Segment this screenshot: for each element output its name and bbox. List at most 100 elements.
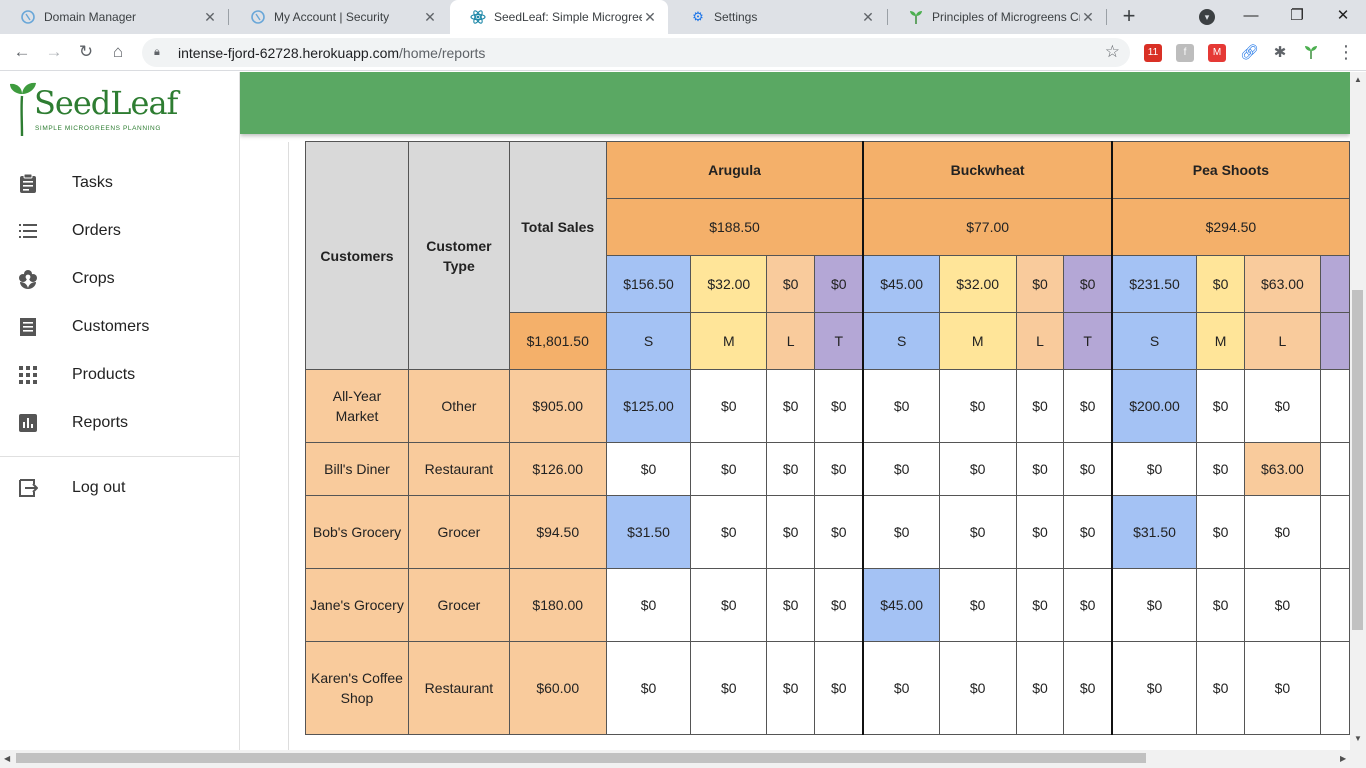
extension-icon[interactable]: f	[1176, 44, 1194, 62]
size-total-cell: $231.50	[1110, 255, 1198, 313]
sprout-extension-icon[interactable]	[1302, 44, 1320, 62]
hash-icon	[20, 9, 36, 25]
calendar-extension-icon[interactable]: 11	[1144, 44, 1162, 62]
value-cell: $0	[1196, 568, 1246, 642]
size-total-cell: $0	[766, 255, 816, 313]
calendar-badge: 11	[1147, 47, 1159, 58]
horizontal-scroll-thumb[interactable]	[16, 753, 1146, 763]
crop-total-buckwheat: $77.00	[862, 198, 1113, 256]
tab-search-icon[interactable]: ▾	[1199, 9, 1215, 25]
logo-text: SeedLeaf	[34, 84, 178, 122]
scroll-right-icon[interactable]: ▶	[1340, 754, 1346, 763]
logout-button[interactable]: Log out	[0, 464, 239, 512]
table-row: Jane's Grocery Grocer $180.00 $0 $0 $0 $0 $45.0…	[305, 568, 1350, 642]
close-icon[interactable]: ✕	[642, 9, 658, 26]
value-cell: $0	[766, 641, 816, 735]
value-cell: $0	[605, 442, 692, 496]
scroll-up-icon[interactable]: ▲	[1354, 75, 1362, 84]
value-cell: $0	[1015, 641, 1065, 735]
table-row: All-Year Market Other $905.00 $125.00 $0 $0 $0…	[305, 369, 1350, 443]
customer-name-cell: Karen's Coffee Shop	[305, 641, 409, 735]
value-cell: $0	[1063, 442, 1113, 496]
tab-title: Principles of Microgreens Cro	[932, 10, 1080, 24]
size-total-cell: $63.00	[1244, 255, 1321, 313]
scroll-down-icon[interactable]: ▼	[1354, 734, 1362, 743]
customer-type-cell: Grocer	[407, 495, 510, 569]
close-icon[interactable]: ✕	[422, 9, 438, 26]
sidebar-item-crops[interactable]: Crops	[0, 255, 239, 303]
kebab-menu-icon[interactable]: ⋮	[1334, 40, 1358, 64]
tab-title: SeedLeaf: Simple Microgreen	[494, 10, 642, 24]
minimize-button[interactable]: —	[1228, 0, 1274, 34]
sidebar-item-reports[interactable]: Reports	[0, 399, 239, 447]
size-label-cell: M	[1196, 312, 1246, 370]
customer-type-cell: Other	[407, 369, 510, 443]
sidebar-item-orders[interactable]: Orders	[0, 207, 239, 255]
value-cell: $0	[1196, 641, 1246, 735]
grid-icon	[18, 365, 38, 385]
tab-principles[interactable]: Principles of Microgreens Cro ✕	[888, 0, 1106, 34]
value-cell: $0	[1244, 568, 1321, 642]
tab-seedleaf[interactable]: SeedLeaf: Simple Microgreen ✕	[450, 0, 668, 34]
value-cell: $45.00	[862, 568, 940, 642]
maximize-button[interactable]: ❐	[1274, 0, 1320, 34]
value-cell: $0	[1063, 641, 1113, 735]
address-bar[interactable]: 🔒︎ intense-fjord-62728.herokuapp.com/hom…	[142, 38, 1130, 67]
size-total-cell: $45.00	[862, 255, 940, 313]
close-window-button[interactable]: ✕	[1320, 0, 1366, 34]
value-cell: $0	[690, 369, 768, 443]
close-icon[interactable]: ✕	[202, 9, 218, 26]
home-icon[interactable]: ⌂	[106, 40, 130, 64]
size-total-cell	[1319, 255, 1350, 313]
new-tab-button[interactable]: +	[1118, 5, 1140, 29]
customer-total-cell: $180.00	[508, 568, 607, 642]
link-extension-icon[interactable]: 🔗︎	[1240, 44, 1259, 62]
close-icon[interactable]: ✕	[1080, 9, 1096, 26]
sidebar-item-label: Tasks	[72, 174, 113, 191]
browser-toolbar: ← → ↻ ⌂ 🔒︎ intense-fjord-62728.herokuapp…	[0, 34, 1366, 71]
sidebar-item-tasks[interactable]: Tasks	[0, 159, 239, 207]
value-cell: $0	[766, 568, 816, 642]
vertical-scroll-thumb[interactable]	[1352, 290, 1363, 630]
forward-icon[interactable]: →	[42, 40, 66, 64]
value-cell	[1319, 568, 1350, 642]
value-cell: $0	[814, 495, 864, 569]
value-cell: $0	[814, 568, 864, 642]
horizontal-scrollbar[interactable]: ◀ ▶	[0, 750, 1366, 768]
value-cell: $0	[690, 568, 768, 642]
value-cell: $0	[1015, 568, 1065, 642]
bookmark-star-icon[interactable]: ☆	[1105, 42, 1120, 62]
puzzle-extension-icon[interactable]: ✱	[1271, 44, 1289, 62]
back-icon[interactable]: ←	[10, 40, 34, 64]
value-cell: $0	[1063, 369, 1113, 443]
vertical-scrollbar[interactable]: ▲ ▼	[1350, 72, 1366, 750]
crop-header-pea-shoots: Pea Shoots	[1110, 141, 1350, 199]
scroll-left-icon[interactable]: ◀	[4, 754, 10, 763]
tab-title: Domain Manager	[44, 10, 137, 24]
seedleaf-logo[interactable]: SeedLeaf SIMPLE MICROGREENS PLANNING	[8, 80, 178, 140]
reload-icon[interactable]: ↻	[74, 40, 98, 64]
sidebar-item-customers[interactable]: Customers	[0, 303, 239, 351]
card-edge	[288, 142, 289, 750]
size-label-cell: T	[1063, 312, 1113, 370]
value-cell: $0	[938, 568, 1017, 642]
app-header-bar	[240, 72, 1350, 134]
tab-title: My Account | Security	[274, 10, 390, 24]
tab-domain-manager[interactable]: Domain Manager ✕	[0, 0, 228, 34]
extension-icon[interactable]: M	[1208, 44, 1226, 62]
size-label-cell	[1319, 312, 1350, 370]
size-total-cell: $32.00	[690, 255, 768, 313]
tab-settings[interactable]: ⚙ Settings ✕	[670, 0, 886, 34]
value-cell: $0	[1244, 369, 1321, 443]
logo-tagline: SIMPLE MICROGREENS PLANNING	[35, 125, 161, 132]
sidebar-item-products[interactable]: Products	[0, 351, 239, 399]
lock-icon: 🔒︎	[154, 46, 160, 58]
table-row: Bill's Diner Restaurant $126.00 $0 $0 $0 $0 $0 $…	[305, 442, 1350, 496]
size-label-cell: S	[605, 312, 692, 370]
close-icon[interactable]: ✕	[860, 9, 876, 26]
value-cell: $0	[1015, 442, 1065, 496]
crop-header-buckwheat: Buckwheat	[862, 141, 1113, 199]
url-host: intense-fjord-62728.herokuapp.com	[178, 44, 400, 61]
tab-my-account[interactable]: My Account | Security ✕	[230, 0, 448, 34]
value-cell: $0	[1110, 641, 1198, 735]
